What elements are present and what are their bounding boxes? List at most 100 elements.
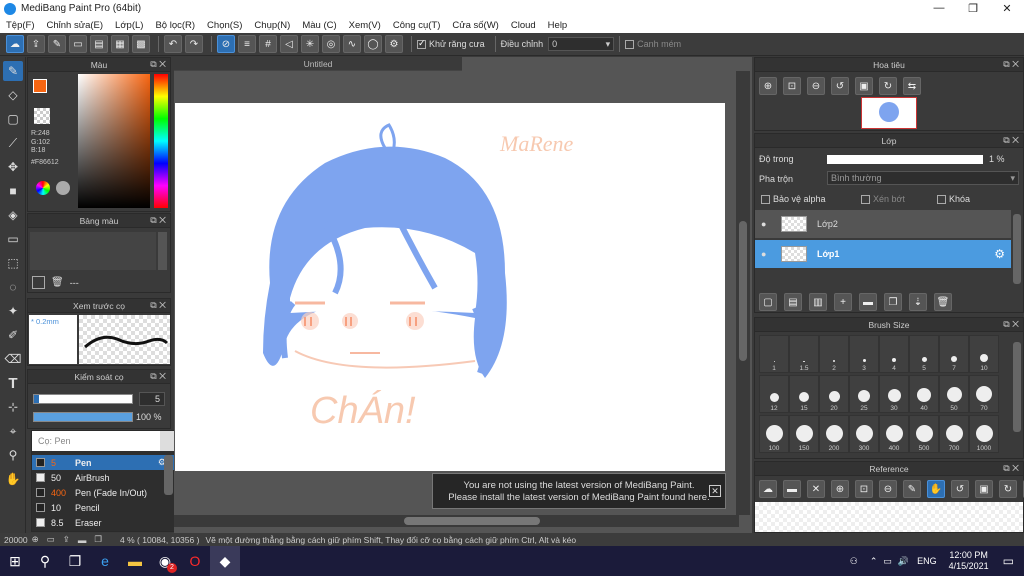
blend-mode-dropdown[interactable]: Bình thường ▾ [827,171,1019,185]
brush-size-cell[interactable]: 1 [759,335,789,373]
zoom-in-icon[interactable]: ⊕ [759,77,777,95]
brush-size-cell[interactable]: 15 [789,375,819,413]
parallel-snap-icon[interactable]: ≡ [238,35,256,53]
menu-color[interactable]: Màu (C) [302,20,336,31]
brush-size-cell[interactable]: 70 [969,375,999,413]
delete-layer-icon[interactable]: 🗑 [934,293,952,311]
language-indicator[interactable]: ENG [917,556,937,566]
color-swap-icon[interactable] [56,181,70,195]
menu-help[interactable]: Help [548,20,568,31]
select-eraser-tool-icon[interactable]: ⌫ [3,349,23,369]
brush-size-cell[interactable]: 500 [909,415,939,453]
brush-size-slider[interactable] [33,394,133,404]
panel-controls-icon[interactable]: ⧉ ✕ [150,59,166,70]
dropper-tool-icon[interactable]: ⌖ [3,421,23,441]
vanish-snap-icon[interactable]: ◁ [280,35,298,53]
brush-size-scrollbar[interactable] [1013,342,1021,432]
folder-icon[interactable]: ▬ [859,293,877,311]
search-icon[interactable]: ⚲ [30,546,60,576]
comment-icon[interactable]: ✎ [48,35,66,53]
brush-size-cell[interactable]: 400 [879,415,909,453]
folder-icon[interactable]: ▬ [78,535,87,545]
circle-snap-icon[interactable]: ◎ [322,35,340,53]
brush-size-cell[interactable]: 20 [819,375,849,413]
fill-rect-tool-icon[interactable]: ■ [3,181,23,201]
merge-layer-icon[interactable]: ⇣ [909,293,927,311]
notifications-icon[interactable]: ▭ [1003,554,1014,568]
clipping-checkbox[interactable] [861,194,870,204]
opera-icon[interactable]: O [180,546,210,576]
hand-tool-icon[interactable]: ✋ [3,469,23,489]
fit-icon[interactable]: ⊡ [783,77,801,95]
flip-icon[interactable]: ⇆ [903,77,921,95]
snap-settings-icon[interactable]: ⚙ [385,35,403,53]
update-notice[interactable]: You are not using the latest version of … [432,473,726,509]
curve-snap-icon[interactable]: ∿ [343,35,361,53]
panel-controls-icon[interactable]: ⧉ ✕ [1003,319,1019,330]
brush-size-cell[interactable]: 1.5 [789,335,819,373]
document-tab[interactable]: Untitled [174,57,462,71]
cloud-icon[interactable]: ☁ [759,480,777,498]
palette-scrollbar[interactable] [158,232,167,270]
new-palette-icon[interactable] [32,276,45,289]
select-tool-icon[interactable]: ⬚ [3,253,23,273]
color-wheel-icon[interactable] [36,181,50,195]
move-tool-icon[interactable]: ✥ [3,157,23,177]
rotate-left-icon[interactable]: ↺ [951,480,969,498]
undo-icon[interactable]: ↶ [164,35,182,53]
duplicate-layer-icon[interactable]: ❐ [884,293,902,311]
gear-icon[interactable]: ⚙ [994,247,1005,261]
menu-select[interactable]: Chọn(S) [207,20,242,31]
rotate-left-icon[interactable]: ↺ [831,77,849,95]
brush-size-cell[interactable]: 7 [939,335,969,373]
delete-palette-icon[interactable]: 🗑 [51,277,64,288]
new-1bit-layer-icon[interactable]: ▥ [809,293,827,311]
windows-start-icon[interactable]: ⊞ [0,546,30,576]
export-icon[interactable]: ⇪ [63,534,70,545]
snap-off-icon[interactable]: ⊘ [217,35,235,53]
protect-alpha-checkbox[interactable] [761,194,770,204]
brush-size-cell[interactable]: 5 [909,335,939,373]
gradient-tool-icon[interactable]: ▭ [3,229,23,249]
antialias-checkbox[interactable] [417,38,426,49]
page-icon[interactable]: ▤ [90,35,108,53]
hue-slider[interactable] [154,74,168,208]
brush-size-cell[interactable]: 1000 [969,415,999,453]
zoom-in-icon[interactable]: ⊕ [831,480,849,498]
task-view-icon[interactable]: ❐ [60,546,90,576]
eye-icon[interactable]: ● [761,219,766,229]
brush-item-pen-fade[interactable]: 400 Pen (Fade In/Out) [32,485,174,500]
cross-snap-icon[interactable]: # [259,35,277,53]
panel-controls-icon[interactable]: ⧉ ✕ [1003,463,1019,474]
brush-size-cell[interactable]: 50 [939,375,969,413]
bucket-tool-icon[interactable]: ◈ [3,205,23,225]
menu-filter[interactable]: Bộ lọc(R) [155,20,195,31]
menu-cloud[interactable]: Cloud [511,20,536,31]
transparent-swatch[interactable] [34,108,50,124]
close-button[interactable]: ✕ [990,2,1024,15]
menu-file[interactable]: Tệp(F) [6,20,35,31]
text-tool-icon[interactable]: T [3,373,23,393]
brush-tool-icon[interactable]: ✎ [3,61,23,81]
chevron-up-icon[interactable]: ⌃ [870,556,878,567]
hand-icon[interactable]: ✋ [927,480,945,498]
brush-opacity-slider[interactable] [33,412,133,422]
brush-size-cell[interactable]: 10 [969,335,999,373]
menu-window[interactable]: Cửa số(W) [452,20,498,31]
layer-row[interactable]: ● Lớp1 ⚙ [755,240,1011,268]
rotate-reset-icon[interactable]: ▣ [855,77,873,95]
page-icon[interactable]: ▭ [47,534,55,545]
rotate-reset-icon[interactable]: ▣ [975,480,993,498]
drawing-canvas[interactable]: MaRene ChÁn! [175,103,725,471]
chat-icon[interactable]: ▭ [69,35,87,53]
rectangle-tool-icon[interactable]: ▢ [3,109,23,129]
palette-list[interactable] [30,232,156,270]
ellipse-snap-icon[interactable]: ◯ [364,35,382,53]
brush-size-cell[interactable]: 30 [879,375,909,413]
grid-icon[interactable]: ▩ [132,35,150,53]
layer-opacity-slider[interactable] [827,155,983,164]
vertical-scrollbar[interactable] [736,71,750,515]
brush-size-cell[interactable]: 25 [849,375,879,413]
file-explorer-icon[interactable]: ▬ [120,546,150,576]
eye-icon[interactable]: ● [761,249,766,259]
